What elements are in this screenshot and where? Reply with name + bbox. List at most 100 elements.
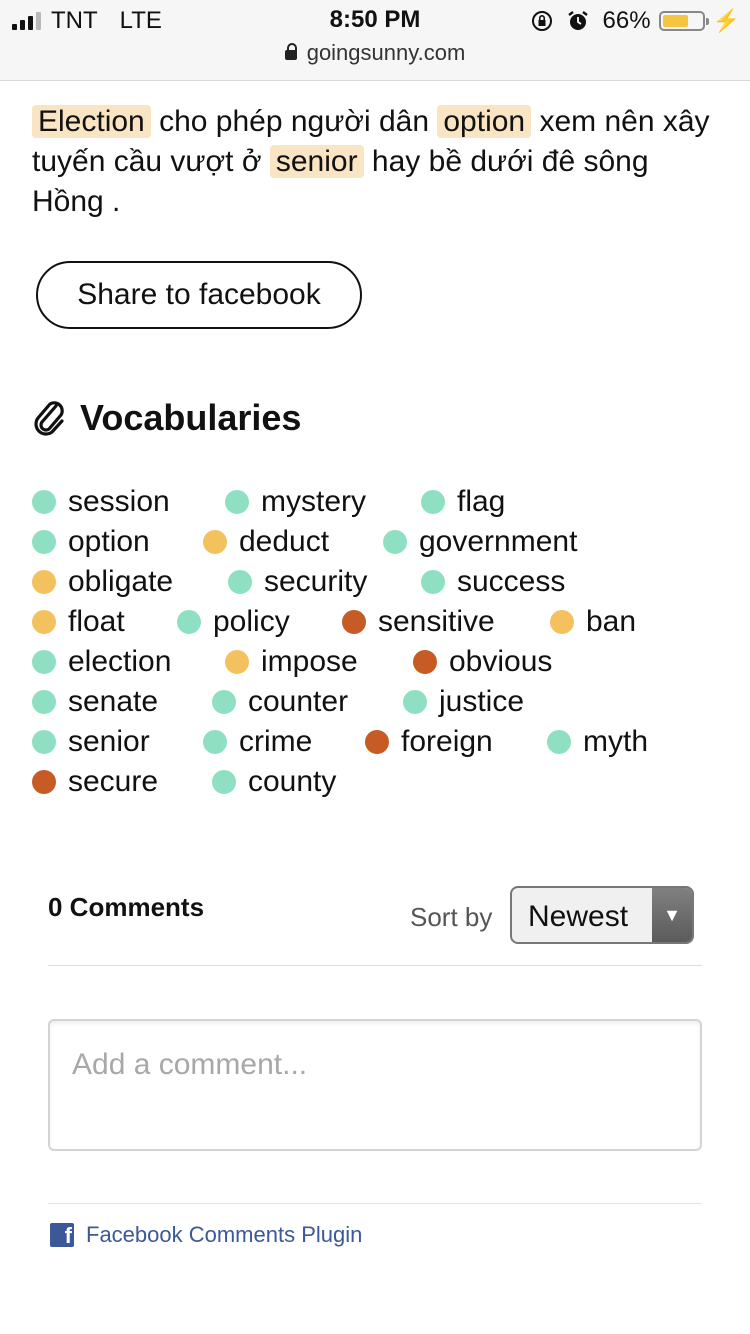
article-text: Election cho phép người dân option xem n… <box>32 102 722 222</box>
level-dot-icon <box>342 610 366 634</box>
vocab-item[interactable]: justice <box>403 685 524 719</box>
level-dot-icon <box>32 690 56 714</box>
vocab-item[interactable]: foreign <box>365 725 493 759</box>
level-dot-icon <box>403 690 427 714</box>
vocab-word: deduct <box>239 525 330 558</box>
vocab-word: crime <box>239 725 313 758</box>
level-dot-icon <box>32 530 56 554</box>
vocab-row: election impose obvious <box>32 642 722 682</box>
level-dot-icon <box>212 770 236 794</box>
vocab-word: obligate <box>68 565 174 598</box>
vocab-item[interactable]: deduct <box>203 525 329 559</box>
level-dot-icon <box>203 730 227 754</box>
level-dot-icon <box>32 490 56 514</box>
vocab-item[interactable]: secure <box>32 765 158 799</box>
battery-percent: 66% <box>602 7 651 34</box>
vocab-row: session mystery flag <box>32 482 722 522</box>
vocab-item[interactable]: obvious <box>413 645 552 679</box>
vocab-item[interactable]: option <box>32 525 150 559</box>
level-dot-icon <box>32 570 56 594</box>
article-segment: cho phép người dân <box>150 105 438 138</box>
vocab-item[interactable]: policy <box>177 605 290 639</box>
level-dot-icon <box>212 690 236 714</box>
vocab-item[interactable]: senate <box>32 685 158 719</box>
vocab-word: float <box>68 605 125 638</box>
vocab-word: policy <box>213 605 290 638</box>
vocab-item[interactable]: mystery <box>225 485 366 519</box>
level-dot-icon <box>32 730 56 754</box>
vocab-word: sensitive <box>378 605 495 638</box>
vocab-item[interactable]: election <box>32 645 171 679</box>
sort-label: Sort by <box>410 902 493 932</box>
vocab-item[interactable]: government <box>383 525 577 559</box>
highlighted-word[interactable]: Election <box>32 105 151 138</box>
vocab-item[interactable]: flag <box>421 485 505 519</box>
vocab-row: senate counter justice <box>32 682 722 722</box>
vocab-row: secure county <box>32 762 722 802</box>
status-bar: TNT LTE 8:50 PM 66% ⚡ goingsunny.com <box>0 0 750 81</box>
vocab-word: mystery <box>261 485 366 518</box>
vocab-item[interactable]: ban <box>550 605 636 639</box>
comment-box[interactable] <box>48 1019 702 1151</box>
level-dot-icon <box>203 530 227 554</box>
level-dot-icon <box>32 650 56 674</box>
vocab-item[interactable]: sensitive <box>342 605 495 639</box>
vocab-word: senate <box>68 685 159 718</box>
vocab-item[interactable]: security <box>228 565 367 599</box>
dropdown-arrow-icon: ▼ <box>652 888 692 942</box>
share-facebook-button[interactable]: Share to facebook <box>36 261 362 329</box>
vocab-item[interactable]: impose <box>225 645 358 679</box>
battery-fill <box>662 15 688 27</box>
vocab-header: Vocabularies <box>32 396 301 440</box>
vocab-word: success <box>457 565 566 598</box>
highlighted-word[interactable]: option <box>437 105 532 138</box>
charging-icon: ⚡ <box>712 8 740 33</box>
vocab-word: county <box>248 765 337 798</box>
vocab-row: option deduct government <box>32 522 722 562</box>
vocab-item[interactable]: senior <box>32 725 150 759</box>
rotation-lock-icon <box>531 11 552 31</box>
facebook-logo-icon: f <box>50 1223 74 1247</box>
url-text: goingsunny.com <box>306 40 466 65</box>
level-dot-icon <box>365 730 389 754</box>
divider <box>48 965 702 966</box>
vocab-word: government <box>419 525 578 558</box>
level-dot-icon <box>32 610 56 634</box>
vocab-row: obligate security success <box>32 562 722 602</box>
vocab-item[interactable]: myth <box>547 725 648 759</box>
level-dot-icon <box>225 650 249 674</box>
level-dot-icon <box>413 650 437 674</box>
facebook-plugin-link[interactable]: f Facebook Comments Plugin <box>50 1222 362 1248</box>
level-dot-icon <box>228 570 252 594</box>
vocab-item[interactable]: session <box>32 485 170 519</box>
vocab-item[interactable]: counter <box>212 685 348 719</box>
vocab-word: myth <box>583 725 649 758</box>
vocab-item[interactable]: float <box>32 605 125 639</box>
vocab-word: secure <box>68 765 159 798</box>
vocab-item[interactable]: county <box>212 765 336 799</box>
level-dot-icon <box>32 770 56 794</box>
level-dot-icon <box>421 570 445 594</box>
comment-input[interactable] <box>70 1047 674 1083</box>
divider <box>48 1203 702 1204</box>
vocab-word: impose <box>261 645 358 678</box>
vocab-item[interactable]: obligate <box>32 565 173 599</box>
address-bar[interactable]: goingsunny.com <box>0 40 750 66</box>
highlighted-word[interactable]: senior <box>269 145 364 178</box>
sort-select[interactable]: Newest ▼ <box>510 886 694 944</box>
vocab-title: Vocabularies <box>80 397 302 438</box>
paperclip-icon <box>34 401 64 436</box>
comment-count: 0 Comments <box>48 892 205 922</box>
vocab-word: justice <box>439 685 525 718</box>
vocab-word: foreign <box>401 725 493 758</box>
vocab-word: security <box>264 565 368 598</box>
vocab-word: option <box>68 525 150 558</box>
level-dot-icon <box>177 610 201 634</box>
vocab-item[interactable]: success <box>421 565 565 599</box>
vocab-word: election <box>68 645 172 678</box>
vocab-row: float policy sensitive ban <box>32 602 722 642</box>
vocab-word: session <box>68 485 170 518</box>
vocab-word: ban <box>586 605 637 638</box>
vocab-item[interactable]: crime <box>203 725 312 759</box>
level-dot-icon <box>550 610 574 634</box>
